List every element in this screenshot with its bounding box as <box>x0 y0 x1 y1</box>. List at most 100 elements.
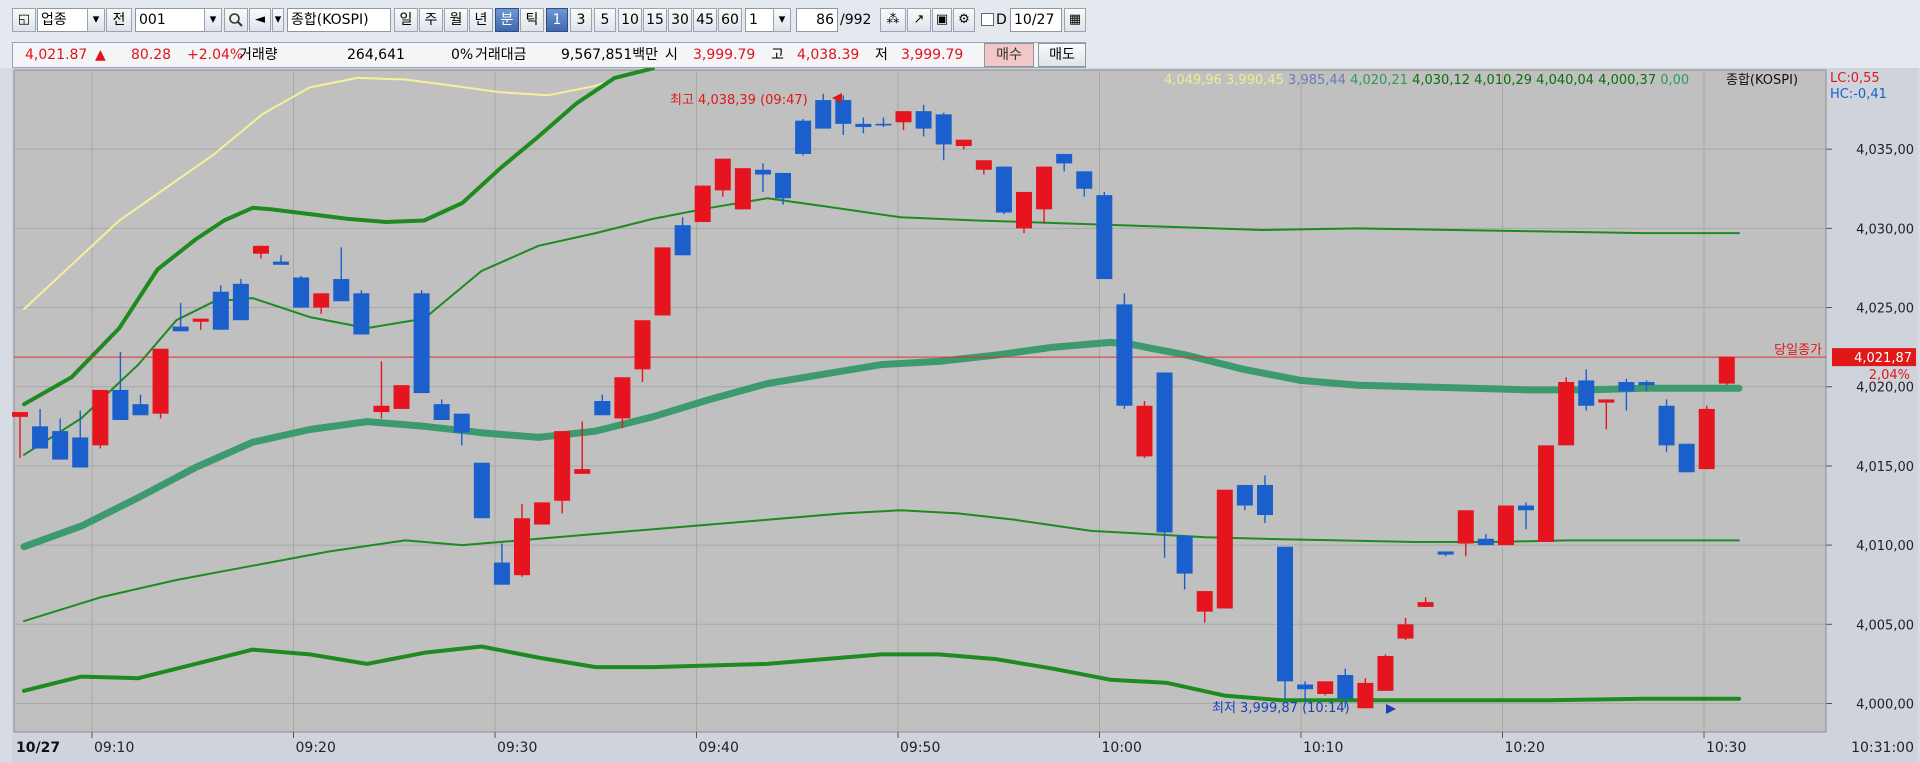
period-day-button[interactable]: 일 <box>394 8 418 32</box>
candle-body <box>493 562 510 585</box>
candle-body <box>212 291 229 330</box>
minute-5-button[interactable]: 5 <box>594 8 616 32</box>
code-input[interactable]: 001 <box>135 8 207 32</box>
candle-body <box>192 318 209 322</box>
period-month-button[interactable]: 월 <box>444 8 468 32</box>
candle-body <box>132 404 149 416</box>
candle <box>1096 191 1113 280</box>
interval-select[interactable]: 1 <box>745 8 775 32</box>
candle-body <box>1317 681 1334 694</box>
candle-body <box>734 168 751 210</box>
y-tick-label: 4,015,00 <box>1856 460 1914 475</box>
candle-body <box>1116 304 1133 406</box>
period-year-button[interactable]: 년 <box>469 8 493 32</box>
minute-1-button[interactable]: 1 <box>546 8 568 32</box>
volume-percent: 0% <box>451 47 474 63</box>
sound-dropdown-icon[interactable]: ▾ <box>272 8 284 32</box>
candle-body <box>654 247 671 316</box>
candle-body <box>152 348 169 414</box>
legend-value: 4,010,29 <box>1470 73 1532 88</box>
candle-body <box>1718 356 1735 384</box>
sound-icon[interactable]: ◄ <box>249 8 271 32</box>
close-percent-label: 2,04% <box>1869 368 1910 383</box>
candle <box>654 247 671 316</box>
candle-body <box>1277 546 1294 682</box>
x-tick-label: 09:20 <box>296 740 336 756</box>
period-week-button[interactable]: 주 <box>419 8 443 32</box>
search-icon[interactable] <box>224 8 248 32</box>
toolbar: ◱ 업종 ▾ 전 001 ▾ ◄ ▾ 종합(KOSPI) 일 주 월 년 분 틱… <box>0 0 1920 43</box>
buy-button[interactable]: 매수 <box>984 43 1034 67</box>
y-tick-label: 4,030,00 <box>1856 222 1914 237</box>
candle <box>995 166 1012 215</box>
minute-3-button[interactable]: 3 <box>570 8 592 32</box>
candle-body <box>1076 171 1093 189</box>
candle-body <box>232 283 249 321</box>
count-input[interactable]: 86 <box>796 8 838 32</box>
legend-values: 4,049,96 3,990,45 3,985,44 4,020,21 4,03… <box>1164 73 1689 88</box>
candle-body <box>594 401 611 416</box>
candle-body <box>1216 489 1233 609</box>
add-indicator-icon[interactable]: ⁂ <box>880 8 906 32</box>
draw-tool-icon[interactable]: ↗ <box>907 8 931 32</box>
candle-body <box>393 385 410 409</box>
save-icon[interactable]: ▣ <box>932 8 952 32</box>
y-tick-label: 4,010,00 <box>1856 539 1914 554</box>
candle-body <box>1357 682 1374 709</box>
minute-10-button[interactable]: 10 <box>618 8 642 32</box>
amount-label: 거래대금 <box>475 47 527 63</box>
candle <box>232 279 249 321</box>
candle-body <box>895 111 912 123</box>
candle <box>1558 377 1575 446</box>
market-type-dropdown-icon[interactable]: ▾ <box>87 8 105 32</box>
period-tick-button[interactable]: 틱 <box>520 8 544 32</box>
candle <box>1497 505 1514 546</box>
candle-body <box>112 389 129 421</box>
candle-body <box>1538 445 1555 542</box>
minute-30-button[interactable]: 30 <box>668 8 692 32</box>
candle-body <box>1377 655 1394 691</box>
calendar-icon[interactable]: ▦ <box>1064 8 1086 32</box>
interval-dropdown-icon[interactable]: ▾ <box>773 8 791 32</box>
sell-button[interactable]: 매도 <box>1038 43 1086 67</box>
open-label: 시 <box>665 47 678 63</box>
candle <box>293 275 310 308</box>
candle <box>1277 546 1294 701</box>
low-annotation: 최저 3,999,87 (10:14) <box>1212 701 1350 716</box>
code-dropdown-icon[interactable]: ▾ <box>204 8 222 32</box>
market-type-select[interactable]: 업종 <box>37 8 93 32</box>
candle-body <box>453 413 470 433</box>
candle-body <box>1156 372 1173 533</box>
candle-body <box>72 437 89 468</box>
current-price: 4,021.87 <box>25 47 88 63</box>
candle-body <box>1397 624 1414 639</box>
minute-60-button[interactable]: 60 <box>718 8 742 32</box>
candle-body <box>714 158 731 191</box>
legend-value: 4,020,21 <box>1346 73 1408 88</box>
candle-body <box>433 404 450 421</box>
candle-body <box>1598 399 1615 403</box>
prev-button[interactable]: 전 <box>106 8 132 32</box>
candle <box>1016 191 1032 234</box>
candle-body <box>92 389 109 446</box>
x-tick-label: 10:00 <box>1102 740 1142 756</box>
candle <box>534 502 551 525</box>
settings-gear-icon[interactable]: ⚙ <box>953 8 975 32</box>
candle <box>1156 372 1173 558</box>
price-chart[interactable]: 4,035,004,030,004,025,004,020,004,015,00… <box>12 68 1918 762</box>
minute-45-button[interactable]: 45 <box>693 8 717 32</box>
candle-body <box>1136 405 1153 457</box>
candle-body <box>252 245 269 254</box>
minute-15-button[interactable]: 15 <box>643 8 667 32</box>
date-input[interactable]: 10/27 <box>1010 8 1062 32</box>
d-checkbox[interactable] <box>981 13 994 26</box>
window-layout-icon[interactable]: ◱ <box>12 8 36 32</box>
hc-label: HC:-0,41 <box>1830 87 1887 102</box>
candle-body <box>1457 510 1474 544</box>
period-minute-button[interactable]: 분 <box>495 8 519 32</box>
candle <box>152 348 169 419</box>
candle <box>1718 356 1735 386</box>
volume-value: 264,641 <box>347 47 405 63</box>
y-tick-label: 4,035,00 <box>1856 143 1914 158</box>
volume-label: 거래량 <box>239 47 278 63</box>
